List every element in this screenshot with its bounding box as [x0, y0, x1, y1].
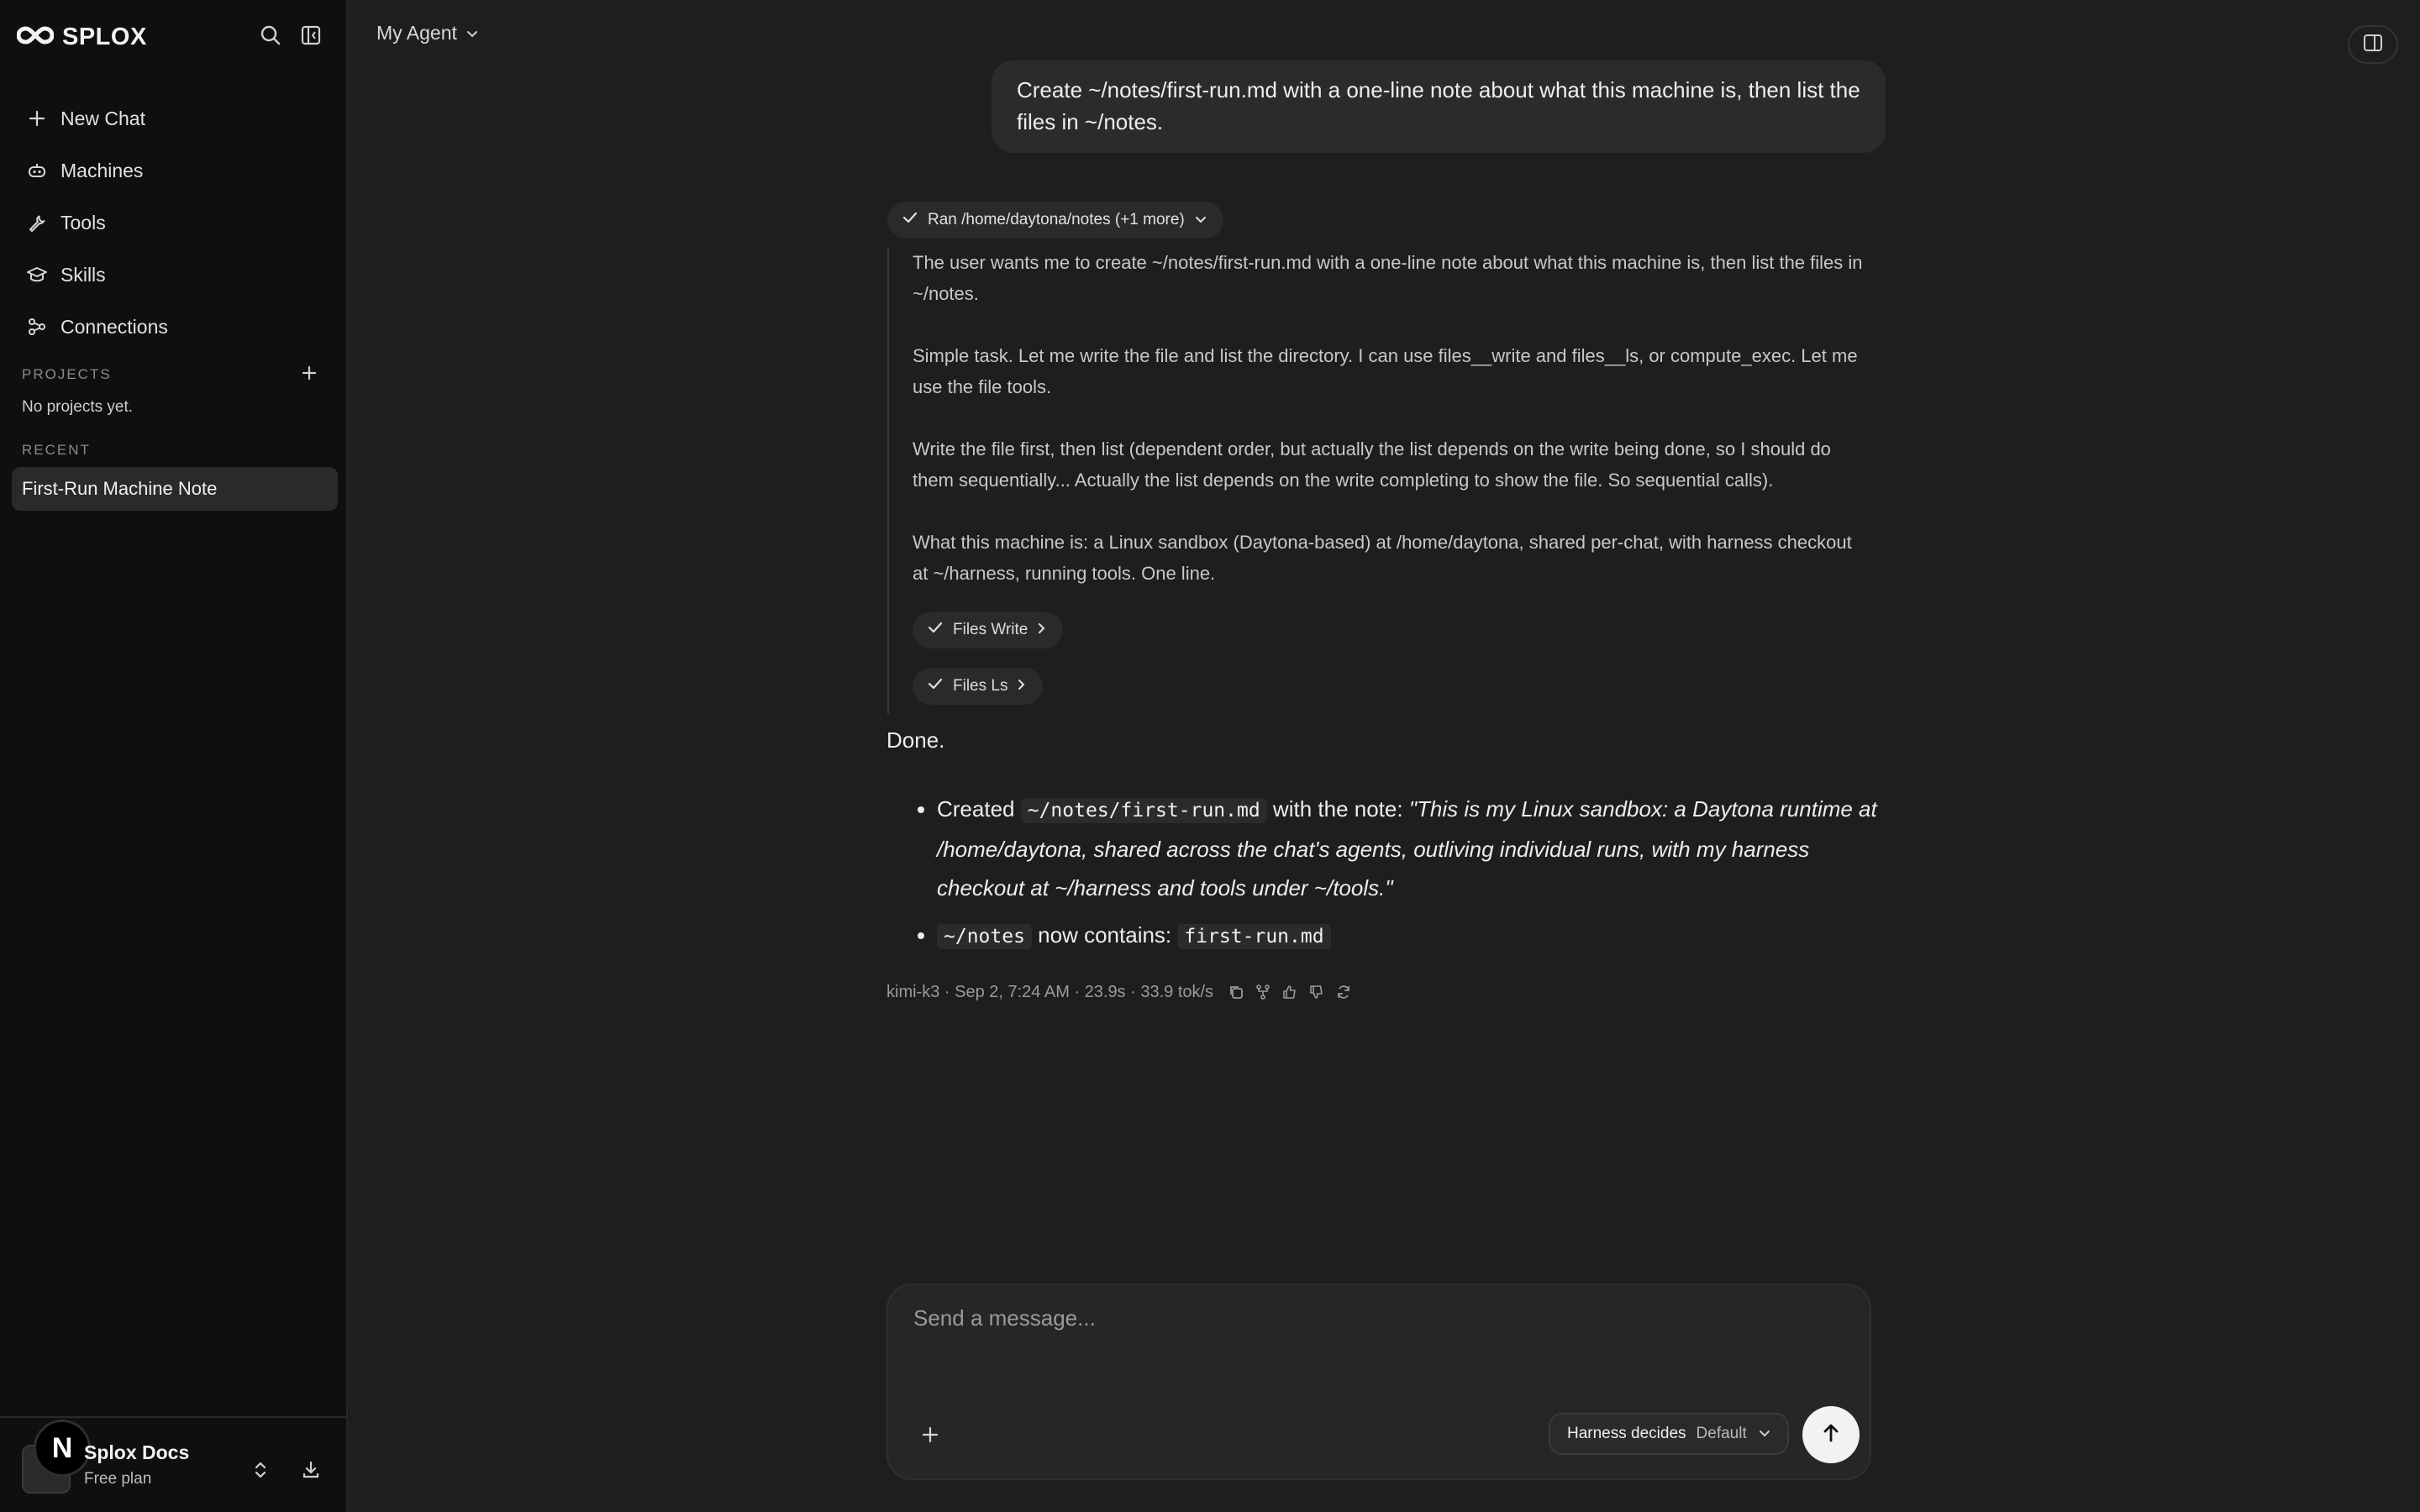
- download-button[interactable]: [294, 1455, 328, 1488]
- copy-icon[interactable]: [1225, 981, 1247, 1003]
- main-nav: New Chat Machines Tools Skills Connectio…: [12, 92, 338, 353]
- harness-mode-select[interactable]: Harness decides Default: [1549, 1413, 1789, 1455]
- user-message: Create ~/notes/first-run.md with a one-l…: [992, 60, 1886, 153]
- robot-icon: [25, 159, 49, 182]
- harness-mode-label: Harness decides: [1567, 1425, 1686, 1442]
- tool-call-label: Files Ls: [953, 677, 1008, 695]
- recent-heading: RECENT: [22, 442, 91, 458]
- nav-new-chat[interactable]: New Chat: [12, 92, 338, 144]
- nav-label: Tools: [60, 211, 106, 234]
- sidebar: SPLOX New Chat Machines Tools Skills Con…: [0, 0, 348, 1512]
- projects-empty-text: No projects yet.: [22, 398, 133, 416]
- search-button[interactable]: [254, 20, 287, 54]
- nav-skills[interactable]: Skills: [12, 249, 338, 301]
- agent-selector[interactable]: My Agent: [376, 22, 479, 45]
- message-meta-text: kimi-k3 · Sep 2, 7:24 AM · 23.9s · 33.9 …: [886, 982, 1214, 1001]
- attach-button[interactable]: [913, 1420, 947, 1453]
- panel-icon: [2362, 33, 2384, 57]
- user-avatar[interactable]: N: [34, 1420, 91, 1477]
- message-composer[interactable]: Send a message... Harness decides Defaul…: [886, 1284, 1871, 1480]
- download-icon: [301, 1460, 321, 1484]
- thumbs-down-icon[interactable]: [1306, 981, 1328, 1003]
- chevron-down-icon: [466, 22, 479, 45]
- reasoning-paragraph: Write the file first, then list (depende…: [913, 438, 1831, 491]
- inline-code: ~/notes: [937, 924, 1032, 949]
- reasoning-paragraph: What this machine is: a Linux sandbox (D…: [913, 532, 1852, 584]
- plan-label: Free plan: [84, 1470, 152, 1488]
- workspace-name: Splox Docs: [84, 1441, 190, 1463]
- tool-call-files-write[interactable]: Files Write: [913, 612, 1064, 648]
- inline-code: first-run.md: [1177, 924, 1331, 949]
- answer-text: with the note:: [1272, 796, 1403, 822]
- arrow-up-icon: [1819, 1421, 1843, 1449]
- message-meta: kimi-k3 · Sep 2, 7:24 AM · 23.9s · 33.9 …: [886, 981, 1355, 1003]
- reasoning-paragraph: The user wants me to create ~/notes/firs…: [913, 252, 1863, 304]
- check-icon: [928, 621, 943, 639]
- harness-mode-value: Default: [1696, 1425, 1747, 1442]
- ran-label: Ran /home/daytona/notes (+1 more): [928, 211, 1185, 228]
- answer-text: now contains:: [1038, 922, 1172, 948]
- regenerate-icon[interactable]: [1333, 981, 1355, 1003]
- nav-label: New Chat: [60, 107, 145, 129]
- tool-call-files-ls[interactable]: Files Ls: [913, 668, 1044, 705]
- assistant-answer-list: Created ~/notes/first-run.md with the no…: [937, 790, 1878, 964]
- recent-chat-label: First-Run Machine Note: [22, 478, 218, 499]
- infinity-logo-icon: [16, 25, 55, 50]
- tool-call-label: Files Write: [953, 621, 1028, 638]
- branch-icon[interactable]: [1252, 981, 1274, 1003]
- search-icon: [260, 24, 281, 50]
- chevron-right-icon: [1018, 677, 1026, 696]
- add-project-button[interactable]: [294, 360, 324, 390]
- check-icon: [902, 211, 918, 229]
- brand-logo[interactable]: SPLOX: [16, 24, 147, 51]
- workspace-switcher-button[interactable]: [244, 1455, 277, 1488]
- plus-icon: [25, 107, 49, 130]
- wrench-icon: [25, 211, 49, 234]
- agent-label: My Agent: [376, 22, 457, 44]
- nav-tools[interactable]: Tools: [12, 197, 338, 249]
- thumbs-up-icon[interactable]: [1279, 981, 1301, 1003]
- nav-label: Connections: [60, 315, 168, 338]
- answer-text: Created: [937, 796, 1015, 822]
- reasoning-paragraph: Simple task. Let me write the file and l…: [913, 345, 1858, 397]
- plus-icon: [920, 1425, 940, 1449]
- plus-icon: [301, 365, 318, 386]
- brand-name: SPLOX: [62, 24, 147, 50]
- inline-code: ~/notes/first-run.md: [1020, 798, 1267, 823]
- toggle-panel-button[interactable]: [2348, 25, 2398, 64]
- account-footer[interactable]: N Splox Docs Free plan: [0, 1416, 348, 1512]
- chevron-right-icon: [1038, 621, 1046, 639]
- message-input[interactable]: Send a message...: [913, 1305, 1096, 1331]
- nav-label: Machines: [60, 159, 144, 181]
- nav-connections[interactable]: Connections: [12, 301, 338, 353]
- projects-heading: PROJECTS: [22, 366, 112, 382]
- chevron-down-icon: [1759, 1425, 1770, 1443]
- collapse-sidebar-button[interactable]: [294, 20, 328, 54]
- graduation-cap-icon: [25, 263, 49, 286]
- recent-chat-item[interactable]: First-Run Machine Note: [12, 467, 338, 511]
- sidebar-collapse-icon: [300, 24, 322, 50]
- check-icon: [928, 677, 943, 696]
- send-button[interactable]: [1802, 1406, 1860, 1463]
- chevron-down-icon: [1195, 211, 1207, 229]
- nav-machines[interactable]: Machines: [12, 144, 338, 197]
- connections-icon: [25, 315, 49, 339]
- nav-label: Skills: [60, 263, 106, 286]
- list-item: ~/notes now contains: first-run.md: [937, 916, 1878, 956]
- assistant-intro: Done.: [886, 727, 945, 753]
- list-item: Created ~/notes/first-run.md with the no…: [937, 790, 1878, 907]
- ran-commands-toggle[interactable]: Ran /home/daytona/notes (+1 more): [887, 202, 1223, 239]
- chevron-up-down-icon: [252, 1459, 269, 1485]
